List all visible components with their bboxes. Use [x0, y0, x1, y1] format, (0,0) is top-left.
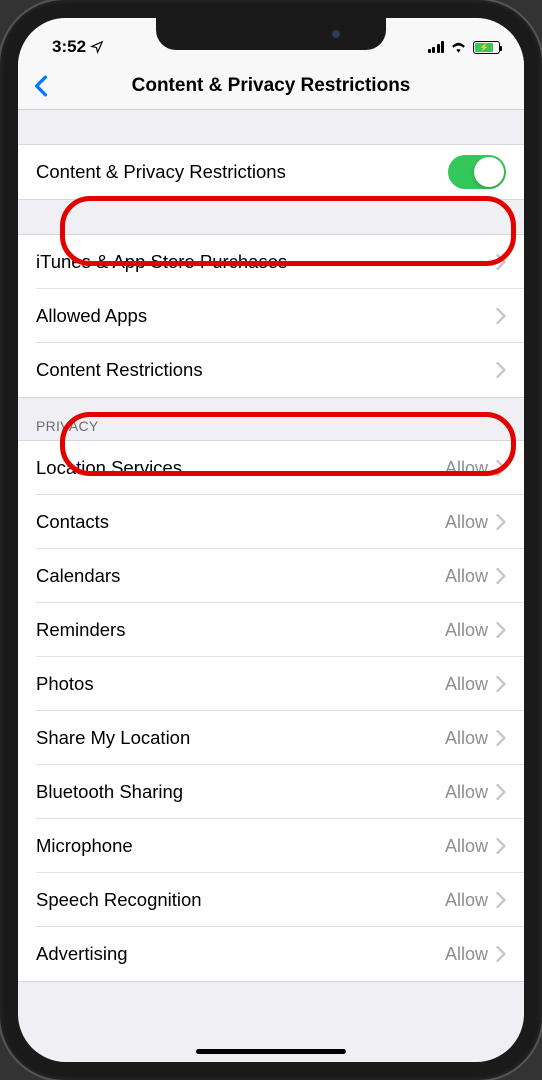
toggle-label: Content & Privacy Restrictions [36, 161, 448, 183]
chevron-right-icon [496, 514, 506, 530]
chevron-right-icon [496, 838, 506, 854]
chevron-right-icon [496, 676, 506, 692]
main-settings-group: iTunes & App Store Purchases Allowed App… [18, 234, 524, 398]
phone-frame: 3:52 ⚡ Content & Pr [0, 0, 542, 1080]
chevron-right-icon [496, 622, 506, 638]
chevron-right-icon [496, 784, 506, 800]
screen: 3:52 ⚡ Content & Pr [18, 18, 524, 1062]
row-label: Contacts [36, 511, 445, 533]
row-value: Allow [445, 728, 488, 749]
itunes-app-store-purchases-row[interactable]: iTunes & App Store Purchases [18, 235, 524, 289]
calendars-row[interactable]: Calendars Allow [18, 549, 524, 603]
row-label: Microphone [36, 835, 445, 857]
row-label: Calendars [36, 565, 445, 587]
toggle-knob-icon [474, 157, 504, 187]
row-label: Allowed Apps [36, 305, 496, 327]
content-privacy-toggle-row[interactable]: Content & Privacy Restrictions [18, 145, 524, 199]
privacy-group: Location Services Allow Contacts Allow C… [18, 440, 524, 982]
home-indicator[interactable] [196, 1049, 346, 1054]
toggle-group: Content & Privacy Restrictions [18, 144, 524, 200]
bluetooth-sharing-row[interactable]: Bluetooth Sharing Allow [18, 765, 524, 819]
wifi-icon [450, 41, 467, 53]
location-arrow-icon [90, 40, 104, 54]
content-restrictions-row[interactable]: Content Restrictions [18, 343, 524, 397]
content-privacy-toggle[interactable] [448, 155, 506, 189]
chevron-right-icon [496, 892, 506, 908]
contacts-row[interactable]: Contacts Allow [18, 495, 524, 549]
row-value: Allow [445, 620, 488, 641]
row-value: Allow [445, 566, 488, 587]
row-label: Bluetooth Sharing [36, 781, 445, 803]
chevron-right-icon [496, 362, 506, 378]
row-value: Allow [445, 944, 488, 965]
chevron-right-icon [496, 730, 506, 746]
content: Content & Privacy Restrictions iTunes & … [18, 110, 524, 982]
notch [156, 18, 386, 50]
share-my-location-row[interactable]: Share My Location Allow [18, 711, 524, 765]
row-label: Photos [36, 673, 445, 695]
row-label: Share My Location [36, 727, 445, 749]
privacy-section-header: Privacy [18, 398, 524, 440]
row-value: Allow [445, 458, 488, 479]
battery-icon: ⚡ [473, 41, 500, 54]
row-label: Advertising [36, 943, 445, 965]
row-value: Allow [445, 674, 488, 695]
row-value: Allow [445, 512, 488, 533]
row-value: Allow [445, 836, 488, 857]
charging-bolt-icon: ⚡ [479, 43, 489, 52]
reminders-row[interactable]: Reminders Allow [18, 603, 524, 657]
chevron-right-icon [496, 308, 506, 324]
front-camera-icon [332, 30, 340, 38]
back-button[interactable] [30, 75, 52, 97]
navigation-bar: Content & Privacy Restrictions [18, 62, 524, 110]
row-label: Reminders [36, 619, 445, 641]
microphone-row[interactable]: Microphone Allow [18, 819, 524, 873]
chevron-right-icon [496, 460, 506, 476]
speech-recognition-row[interactable]: Speech Recognition Allow [18, 873, 524, 927]
location-services-row[interactable]: Location Services Allow [18, 441, 524, 495]
row-value: Allow [445, 890, 488, 911]
row-value: Allow [445, 782, 488, 803]
chevron-right-icon [496, 254, 506, 270]
status-time: 3:52 [52, 37, 86, 57]
allowed-apps-row[interactable]: Allowed Apps [18, 289, 524, 343]
row-label: Content Restrictions [36, 359, 496, 381]
cellular-signal-icon [428, 41, 445, 53]
row-label: Location Services [36, 457, 445, 479]
row-label: iTunes & App Store Purchases [36, 251, 496, 273]
advertising-row[interactable]: Advertising Allow [18, 927, 524, 981]
chevron-right-icon [496, 946, 506, 962]
chevron-right-icon [496, 568, 506, 584]
page-title: Content & Privacy Restrictions [30, 75, 512, 97]
photos-row[interactable]: Photos Allow [18, 657, 524, 711]
row-label: Speech Recognition [36, 889, 445, 911]
